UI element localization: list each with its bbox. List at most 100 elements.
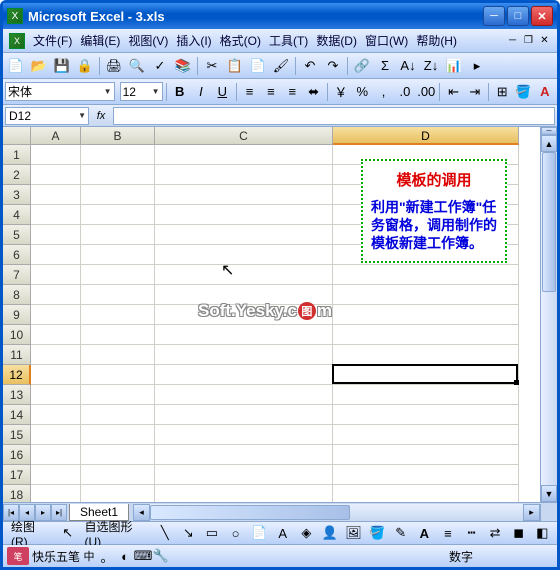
cell[interactable] <box>155 325 333 345</box>
bold-button[interactable]: B <box>169 81 189 103</box>
cell[interactable] <box>333 305 519 325</box>
cell[interactable] <box>81 445 155 465</box>
menu-insert[interactable]: 插入(I) <box>172 28 215 53</box>
picture-icon[interactable]: 🖼 <box>343 522 365 544</box>
cell[interactable] <box>31 385 81 405</box>
cell[interactable] <box>155 305 333 325</box>
cell[interactable] <box>333 285 519 305</box>
line-icon[interactable]: ╲ <box>154 522 176 544</box>
cell[interactable] <box>155 205 333 225</box>
menu-data[interactable]: 数据(D) <box>312 28 361 53</box>
cell[interactable] <box>81 185 155 205</box>
row-header[interactable]: 17 <box>3 465 31 485</box>
cell[interactable] <box>155 185 333 205</box>
arrow-icon[interactable]: ↘ <box>178 522 200 544</box>
doc-restore-button[interactable]: ❐ <box>522 34 535 47</box>
row-header[interactable]: 11 <box>3 345 31 365</box>
cell[interactable] <box>155 485 333 502</box>
cell[interactable] <box>31 165 81 185</box>
ime-mode-icon[interactable]: 中 <box>80 545 98 567</box>
scroll-track[interactable] <box>541 152 557 485</box>
grid-main[interactable]: ABCD 123456789101112131415161718 模板的调用 利… <box>3 127 540 502</box>
cell[interactable] <box>81 465 155 485</box>
cell[interactable] <box>333 445 519 465</box>
chart-icon[interactable]: 📊 <box>443 55 465 77</box>
cell[interactable] <box>31 305 81 325</box>
row-header[interactable]: 18 <box>3 485 31 502</box>
maximize-button[interactable]: □ <box>507 6 529 26</box>
merge-icon[interactable]: ⬌ <box>303 81 323 103</box>
align-center-icon[interactable]: ≡ <box>261 81 281 103</box>
doc-close-button[interactable]: ✕ <box>538 34 551 47</box>
textbox-icon[interactable]: 📄 <box>248 522 270 544</box>
cell[interactable] <box>31 145 81 165</box>
increase-decimal-icon[interactable]: .0 <box>395 81 415 103</box>
row-header[interactable]: 3 <box>3 185 31 205</box>
row-header[interactable]: 8 <box>3 285 31 305</box>
fill-icon[interactable]: 🪣 <box>366 522 388 544</box>
excel-doc-icon[interactable]: X <box>9 33 25 49</box>
menu-format[interactable]: 格式(O) <box>216 28 265 53</box>
cell[interactable] <box>333 385 519 405</box>
open-icon[interactable]: 📂 <box>28 55 50 77</box>
row-header[interactable]: 6 <box>3 245 31 265</box>
cell[interactable] <box>81 405 155 425</box>
row-header[interactable]: 9 <box>3 305 31 325</box>
cell[interactable] <box>31 365 81 385</box>
hscroll-thumb[interactable] <box>150 505 350 520</box>
font-color-icon[interactable]: A <box>535 81 555 103</box>
horizontal-scrollbar[interactable]: ◂ ▸ <box>133 504 540 521</box>
cell[interactable] <box>31 465 81 485</box>
wordart-icon[interactable]: A <box>272 522 294 544</box>
cell[interactable] <box>81 165 155 185</box>
scroll-up-button[interactable]: ▲ <box>541 135 557 152</box>
row-header[interactable]: 13 <box>3 385 31 405</box>
cell[interactable] <box>155 365 333 385</box>
row-header[interactable]: 2 <box>3 165 31 185</box>
toolbar-more-icon[interactable]: ▸ <box>466 55 488 77</box>
shadow-icon[interactable]: ◼ <box>508 522 530 544</box>
chevron-down-icon[interactable]: ▼ <box>101 87 112 96</box>
name-box[interactable]: D12 ▼ <box>5 107 89 125</box>
cell[interactable] <box>81 485 155 502</box>
font-combo[interactable]: 宋体 ▼ <box>5 82 115 101</box>
cell[interactable] <box>155 225 333 245</box>
increase-indent-icon[interactable]: ⇥ <box>465 81 485 103</box>
sort-desc-icon[interactable]: Z↓ <box>420 55 442 77</box>
cell[interactable] <box>333 405 519 425</box>
cell[interactable] <box>155 285 333 305</box>
cell[interactable] <box>333 425 519 445</box>
column-header[interactable]: B <box>81 127 155 145</box>
decrease-indent-icon[interactable]: ⇤ <box>443 81 463 103</box>
cell[interactable] <box>155 245 333 265</box>
cell[interactable] <box>81 245 155 265</box>
column-header[interactable]: A <box>31 127 81 145</box>
vertical-scrollbar[interactable]: ─ ▲ ▼ <box>540 127 557 502</box>
hyperlink-icon[interactable]: 🔗 <box>351 55 373 77</box>
paste-icon[interactable]: 📄 <box>247 55 269 77</box>
copy-icon[interactable]: 📋 <box>224 55 246 77</box>
cell[interactable] <box>333 485 519 502</box>
currency-icon[interactable]: ￥ <box>331 81 351 103</box>
formula-input[interactable] <box>113 107 555 125</box>
menu-tools[interactable]: 工具(T) <box>265 28 312 53</box>
cell[interactable] <box>81 145 155 165</box>
ime-punct-icon[interactable]: 。 <box>98 545 116 567</box>
line-color-icon[interactable]: ✎ <box>390 522 412 544</box>
row-header[interactable]: 4 <box>3 205 31 225</box>
comma-icon[interactable]: , <box>373 81 393 103</box>
cell[interactable] <box>31 345 81 365</box>
cell[interactable] <box>81 325 155 345</box>
cell[interactable] <box>31 485 81 502</box>
menu-file[interactable]: 文件(F) <box>29 28 76 53</box>
cell[interactable] <box>155 345 333 365</box>
3d-icon[interactable]: ◧ <box>531 522 553 544</box>
diagram-icon[interactable]: ◈ <box>296 522 318 544</box>
italic-button[interactable]: I <box>191 81 211 103</box>
cell[interactable] <box>31 185 81 205</box>
permission-icon[interactable]: 🔒 <box>74 55 96 77</box>
arrow-style-icon[interactable]: ⇄ <box>484 522 506 544</box>
decrease-decimal-icon[interactable]: .00 <box>416 81 436 103</box>
chevron-down-icon[interactable]: ▼ <box>78 111 86 120</box>
row-header[interactable]: 7 <box>3 265 31 285</box>
